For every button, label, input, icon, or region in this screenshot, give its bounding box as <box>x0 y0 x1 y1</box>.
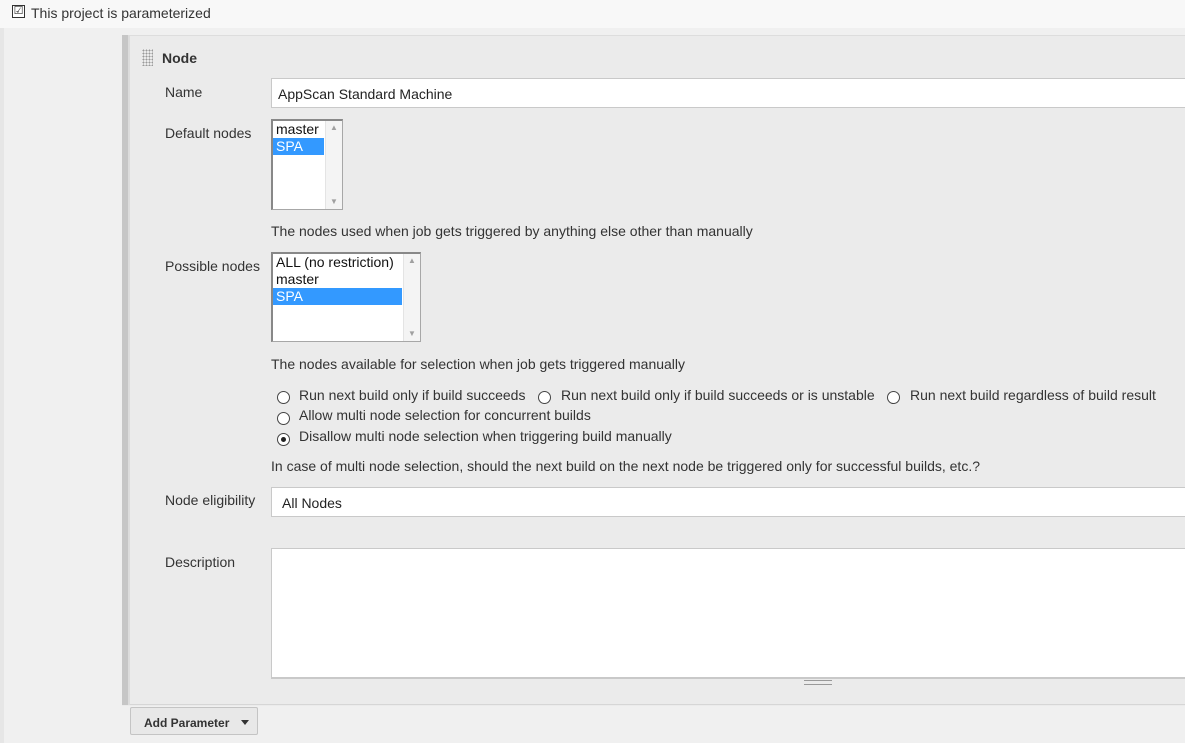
default-nodes-label: Default nodes <box>165 125 252 141</box>
parameterized-checkbox[interactable]: ☑ <box>12 5 25 18</box>
possible-nodes-label: Possible nodes <box>165 258 260 274</box>
resize-grip-icon[interactable] <box>804 680 832 685</box>
default-nodes-listbox[interactable]: master SPA ▲ ▼ <box>271 119 343 210</box>
trigger-option-disallow-multi-label: Disallow multi node selection when trigg… <box>299 428 672 444</box>
dropdown-arrow-icon[interactable] <box>241 720 249 725</box>
trigger-option-disallow-multi-radio[interactable] <box>277 433 290 446</box>
possible-nodes-scrollbar[interactable]: ▲ ▼ <box>403 254 420 341</box>
add-parameter-button[interactable]: Add Parameter <box>130 707 258 735</box>
default-nodes-help: The nodes used when job gets triggered b… <box>271 223 753 239</box>
possible-nodes-option-all[interactable]: ALL (no restriction) <box>273 254 402 271</box>
parameter-title: Node <box>162 50 197 66</box>
drag-handle-icon[interactable] <box>142 49 153 66</box>
trigger-option-unstable-radio[interactable] <box>538 391 551 404</box>
trigger-option-unstable-label: Run next build only if build succeeds or… <box>561 387 875 403</box>
default-nodes-option-master[interactable]: master <box>273 121 324 138</box>
possible-nodes-help: The nodes available for selection when j… <box>271 356 686 372</box>
trigger-option-succeeds-label: Run next build only if build succeeds <box>299 387 526 403</box>
panel-left-bar-inner <box>128 35 130 705</box>
trigger-option-allow-multi-label: Allow multi node selection for concurren… <box>299 407 591 423</box>
default-nodes-option-spa[interactable]: SPA <box>273 138 324 155</box>
description-textarea[interactable] <box>271 548 1185 678</box>
scroll-up-icon[interactable]: ▲ <box>326 121 342 135</box>
trigger-help: In case of multi node selection, should … <box>271 458 980 474</box>
left-column <box>0 28 4 743</box>
trigger-option-succeeds-radio[interactable] <box>277 391 290 404</box>
scroll-down-icon[interactable]: ▼ <box>326 195 342 209</box>
name-input[interactable]: AppScan Standard Machine <box>271 78 1185 108</box>
possible-nodes-listbox[interactable]: ALL (no restriction) master SPA ▲ ▼ <box>271 252 421 342</box>
default-nodes-scrollbar[interactable]: ▲ ▼ <box>325 121 342 209</box>
scroll-up-icon[interactable]: ▲ <box>404 254 420 268</box>
panel-bottom-divider <box>130 704 1185 705</box>
trigger-option-allow-multi-radio[interactable] <box>277 412 290 425</box>
trigger-option-regardless-radio[interactable] <box>887 391 900 404</box>
trigger-option-regardless-label: Run next build regardless of build resul… <box>910 387 1156 403</box>
node-eligibility-select[interactable]: All Nodes <box>271 487 1185 517</box>
scroll-down-icon[interactable]: ▼ <box>404 327 420 341</box>
possible-nodes-option-spa[interactable]: SPA <box>273 288 402 305</box>
description-label: Description <box>165 554 236 570</box>
add-parameter-label: Add Parameter <box>144 716 230 730</box>
description-resize-handle[interactable] <box>271 678 1185 685</box>
possible-nodes-option-master[interactable]: master <box>273 271 402 288</box>
name-label: Name <box>165 84 203 100</box>
node-eligibility-label: Node eligibility <box>165 492 256 508</box>
parameterized-label: This project is parameterized <box>31 5 211 21</box>
